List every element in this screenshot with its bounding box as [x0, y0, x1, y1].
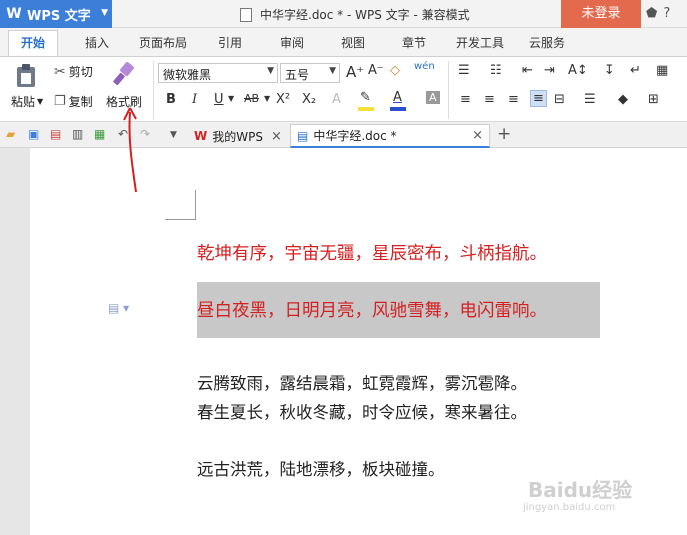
tab-sections[interactable]: 章节 — [402, 34, 426, 51]
watermark-url: jingyan.baidu.com — [523, 502, 616, 513]
new-tab-icon[interactable]: + — [497, 124, 511, 144]
quick-access-bar: ▰ ▣ ▤ ▥ ▦ ↶ ↷ ▼ W 我的WPS × ▤ 中华字经.doc * ×… — [0, 122, 687, 148]
window-title-text: 中华字经.doc * - WPS 文字 - 兼容模式 — [260, 8, 470, 22]
divider — [448, 61, 449, 119]
show-marks-icon[interactable]: ↵ — [630, 63, 641, 78]
print-icon[interactable]: ▥ — [72, 127, 83, 141]
ribbon: 粘贴 ▼ ✂ 剪切 ❐ 复制 格式刷 微软雅黑 ▼ 五号 ▼ A⁺ A⁻ ◇ wén … — [0, 56, 687, 122]
highlight-pen-icon[interactable]: ✎ — [360, 90, 371, 105]
distributed-align-icon[interactable]: ⊟ — [554, 92, 565, 107]
chinese-layout-icon[interactable]: A↕ — [568, 63, 588, 78]
tab-document[interactable]: ▤ 中华字经.doc * × — [290, 124, 490, 148]
subscript-button[interactable]: X₂ — [302, 92, 316, 107]
chevron-down-icon: ▼ — [37, 97, 44, 106]
document-line-5[interactable]: 远古洪荒，陆地漂移，板块碰撞。 — [197, 456, 445, 480]
login-button[interactable]: 未登录 — [561, 0, 641, 28]
font-color-bar — [390, 107, 406, 111]
copy-button[interactable]: ❐ 复制 — [54, 93, 93, 110]
sort-icon[interactable]: ↧ — [604, 63, 615, 78]
help-icon[interactable]: ? — [663, 6, 670, 21]
tab-review[interactable]: 审阅 — [280, 34, 304, 51]
app-name: WPS 文字 — [27, 8, 91, 24]
shading-fill-icon[interactable]: ◆ — [618, 92, 628, 107]
skin-icon[interactable]: ⬟ — [646, 6, 657, 21]
paste-button[interactable] — [14, 63, 38, 89]
increase-indent-icon[interactable]: ⇥ — [544, 63, 555, 78]
watermark-brand: Baidu经验 — [528, 478, 633, 502]
divider — [153, 61, 154, 119]
tab-my-wps[interactable]: W 我的WPS × — [188, 124, 288, 148]
format-painter-icon[interactable] — [110, 61, 136, 87]
chevron-down-icon: ▼ — [329, 66, 336, 76]
titlebar-icons: ⬟ ? — [646, 6, 670, 21]
document-line-1[interactable]: 乾坤有序，宇宙无疆，星辰密布，斗柄指航。 — [197, 240, 547, 265]
tab-page-layout[interactable]: 页面布局 — [139, 34, 187, 51]
strikethrough-button[interactable]: AB — [244, 92, 259, 105]
save-icon[interactable]: ▣ — [28, 127, 39, 141]
document-line-4[interactable]: 春生夏长，秋收冬藏，时令应候，寒来暑往。 — [197, 399, 527, 423]
decrease-indent-icon[interactable]: ⇤ — [522, 63, 533, 78]
font-name-select[interactable]: 微软雅黑 ▼ — [158, 63, 278, 83]
open-folder-icon[interactable]: ▰ — [6, 127, 15, 141]
shrink-font-button[interactable]: A⁻ — [368, 63, 384, 78]
tab-home[interactable]: 开始 — [8, 30, 59, 56]
align-left-icon[interactable]: ≡ — [460, 92, 471, 107]
tab-developer[interactable]: 开发工具 — [456, 34, 504, 51]
font-size-select[interactable]: 五号 ▼ — [280, 63, 340, 83]
scissors-icon: ✂ — [54, 63, 66, 80]
document-line-3[interactable]: 云腾致雨，露结晨霜，虹霓霞辉，雾沉雹降。 — [197, 370, 527, 394]
print-preview-icon[interactable]: ▦ — [94, 127, 105, 141]
italic-button[interactable]: I — [192, 92, 197, 107]
font-color-button[interactable]: A — [393, 90, 402, 105]
window-title: 中华字经.doc * - WPS 文字 - 兼容模式 — [240, 6, 470, 23]
chevron-down-icon: ▼ — [264, 94, 271, 103]
wps-logo-icon: W — [6, 6, 22, 22]
document-icon — [240, 7, 252, 22]
tab-view[interactable]: 视图 — [341, 34, 365, 51]
export-pdf-icon[interactable]: ▤ — [50, 127, 61, 141]
justify-icon[interactable]: ≡ — [530, 90, 547, 107]
highlight-color-bar — [358, 107, 374, 111]
menu-bar: 开始 插入 页面布局 引用 审阅 视图 章节 开发工具 云服务 — [0, 28, 687, 56]
cut-button[interactable]: ✂ 剪切 — [54, 63, 93, 80]
title-bar: W WPS 文字 ▼ 中华字经.doc * - WPS 文字 - 兼容模式 未登… — [0, 0, 687, 28]
chevron-down-icon: ▼ — [267, 66, 274, 76]
chevron-down-icon: ▼ — [228, 94, 235, 103]
close-icon[interactable]: × — [472, 128, 483, 143]
align-center-icon[interactable]: ≡ — [484, 92, 495, 107]
annotation-arrow — [123, 107, 137, 193]
chevron-down-icon: ▼ — [101, 8, 108, 18]
margin-corner-marker — [165, 190, 196, 220]
clear-format-icon[interactable]: ◇ — [390, 63, 400, 78]
copy-icon: ❐ — [54, 94, 66, 109]
borders-icon[interactable]: ⊞ — [648, 92, 659, 107]
phonetic-guide-button[interactable]: wén — [414, 61, 435, 72]
tab-cloud-service[interactable]: 云服务 — [529, 34, 565, 51]
clipboard-icon — [17, 64, 35, 87]
wps-logo-icon: W — [194, 129, 208, 143]
document-icon: ▤ — [297, 128, 309, 143]
grow-font-button[interactable]: A⁺ — [346, 63, 364, 81]
align-right-icon[interactable]: ≡ — [508, 92, 519, 107]
line-spacing-icon[interactable]: ☰ — [584, 92, 596, 107]
chevron-down-icon[interactable]: ▼ — [170, 130, 177, 140]
numbered-list-icon[interactable]: ☷ — [490, 63, 502, 78]
bullet-list-icon[interactable]: ☰ — [458, 63, 470, 78]
bold-button[interactable]: B — [166, 92, 176, 107]
table-icon[interactable]: ▦ — [656, 63, 668, 78]
paragraph-handle-icon[interactable]: ▤ ▾ — [108, 301, 129, 315]
app-menu-button[interactable]: W WPS 文字 ▼ — [0, 0, 112, 28]
document-line-2[interactable]: 昼白夜黑，日明月亮，风驰雪舞，电闪雷响。 — [197, 297, 547, 322]
tab-insert[interactable]: 插入 — [85, 34, 109, 51]
close-icon[interactable]: × — [271, 129, 282, 144]
tab-references[interactable]: 引用 — [218, 34, 242, 51]
paste-label[interactable]: 粘贴 ▼ — [11, 93, 43, 110]
character-shading-button[interactable]: A — [426, 91, 440, 104]
superscript-button[interactable]: X² — [276, 92, 290, 107]
page-gutter — [0, 148, 30, 535]
underline-button[interactable]: U — [214, 92, 224, 107]
text-effect-icon[interactable]: A — [332, 92, 341, 107]
